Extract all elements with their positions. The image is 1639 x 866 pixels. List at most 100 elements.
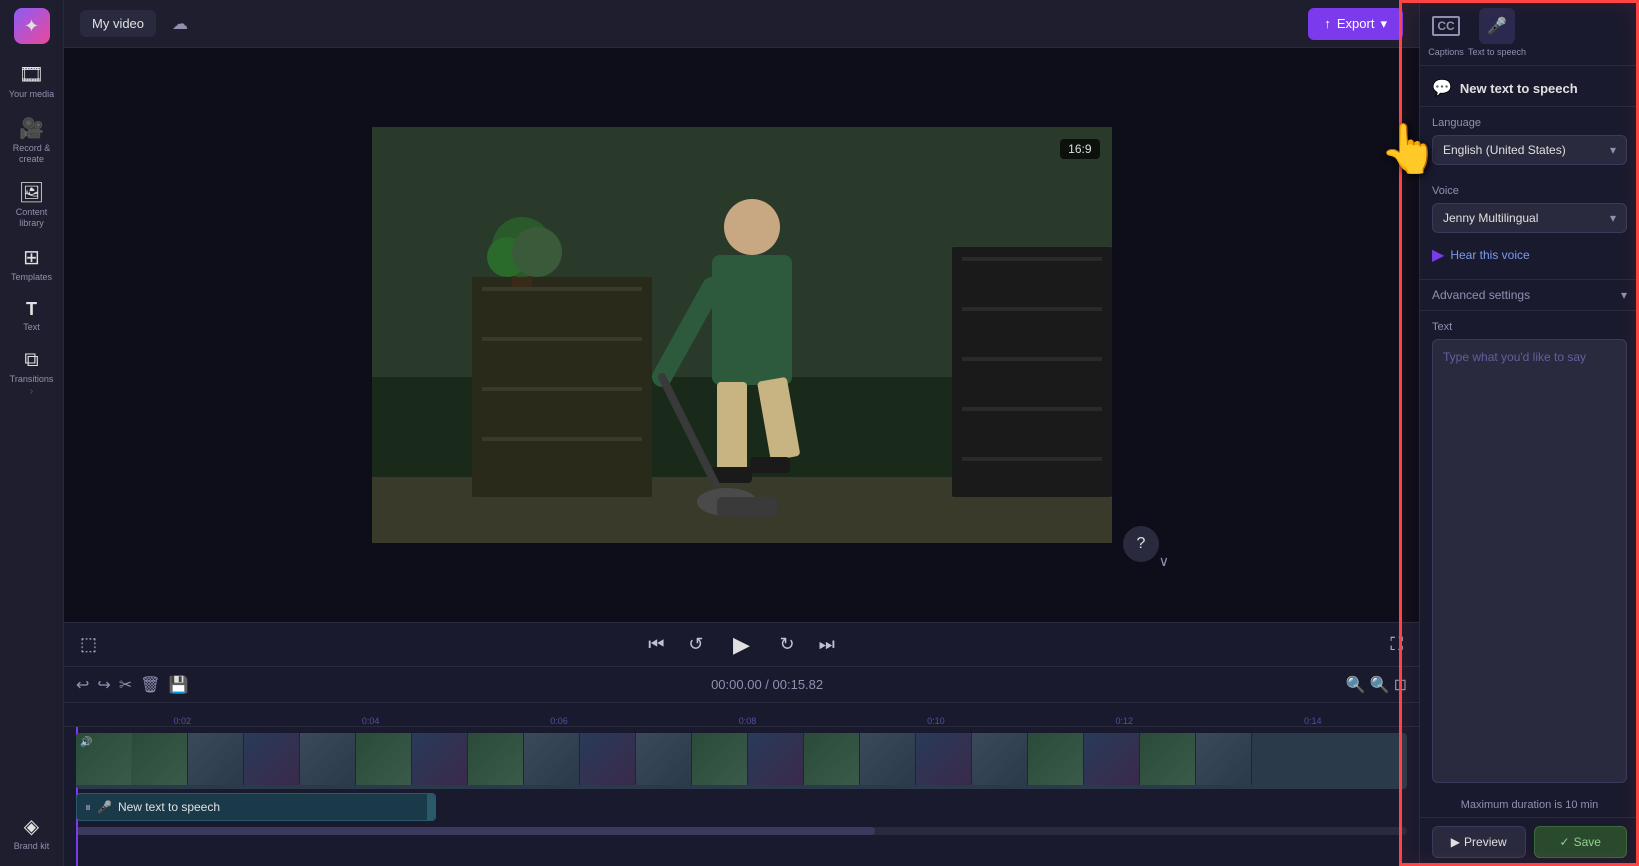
ruler-mark: 0:12 <box>1030 716 1218 726</box>
app-logo[interactable]: ✦ <box>14 8 50 44</box>
sidebar-item-transitions[interactable]: ⧉ Transitions › <box>3 343 61 404</box>
sidebar-item-label: Content library <box>7 207 57 229</box>
play-button[interactable]: ▶ <box>724 627 760 663</box>
timeline-area: ↩ ↪ ✂ 🗑 💾 00:00.00 / 00:15.82 🔍 🔍 ⊡ 0:02… <box>64 666 1419 866</box>
transitions-icon: ⧉ <box>24 349 38 372</box>
save-label: Save <box>1574 835 1601 849</box>
tab-captions[interactable]: CC <box>1428 8 1464 44</box>
sidebar-item-text[interactable]: T Text <box>3 293 61 339</box>
preview-button[interactable]: ▶ Preview <box>1432 826 1526 858</box>
ruler-mark: 0:06 <box>465 716 653 726</box>
undo-button[interactable]: ↩ <box>76 675 89 695</box>
video-title-input[interactable]: My video <box>80 10 156 37</box>
timeline-ruler: 0:02 0:04 0:06 0:08 0:10 0:12 0:14 <box>64 703 1419 727</box>
sidebar-item-your-media[interactable]: 🎞 Your media <box>3 56 61 106</box>
voice-dropdown[interactable]: Jenny Multilingual ▾ <box>1432 203 1627 233</box>
video-track[interactable]: 🔊 <box>76 733 1407 789</box>
export-button[interactable]: ↑ Export ▾ <box>1308 8 1403 40</box>
export-icon: ↑ <box>1324 16 1331 31</box>
ruler-mark: 0:14 <box>1219 716 1407 726</box>
thumb-cell <box>524 733 580 785</box>
rewind-button[interactable]: ↺ <box>684 630 707 659</box>
language-value: English (United States) <box>1443 143 1566 157</box>
ruler-mark: 0:08 <box>653 716 841 726</box>
sidebar-item-label: Brand kit <box>14 841 50 852</box>
hear-voice-label: Hear this voice <box>1450 248 1529 262</box>
voice-label: Voice <box>1432 185 1627 197</box>
aspect-ratio-badge: 16:9 <box>1060 139 1099 159</box>
fast-forward-button[interactable]: ↻ <box>776 630 799 659</box>
thumb-cell <box>804 733 860 785</box>
cut-button[interactable]: ✂ <box>119 675 132 695</box>
tts-track[interactable]: ⏸ 🎤 New text to speech <box>76 793 436 821</box>
thumb-cell <box>356 733 412 785</box>
voice-section: Voice Jenny Multilingual ▾ ▶ Hear this v… <box>1420 175 1639 279</box>
tts-text-input[interactable] <box>1432 339 1627 783</box>
video-controls: ⬚ ⏮ ↺ ▶ ↻ ⏭ ⛶ <box>64 622 1419 666</box>
play-voice-icon: ▶ <box>1432 245 1444 265</box>
export-chevron-icon: ▾ <box>1380 16 1387 32</box>
tts-track-icon: 🎤 <box>97 800 112 814</box>
ruler-mark: 0:02 <box>88 716 276 726</box>
advanced-settings-label: Advanced settings <box>1432 288 1530 302</box>
skip-back-button[interactable]: ⏮ <box>644 630 668 659</box>
duration-note: Maximum duration is 10 min <box>1420 793 1639 817</box>
tts-panel-title: New text to speech <box>1460 81 1578 96</box>
tts-tab-label: Text to speech <box>1468 47 1526 57</box>
sidebar-item-label: Templates <box>11 272 52 283</box>
timeline-toolbar: ↩ ↪ ✂ 🗑 💾 00:00.00 / 00:15.82 🔍 🔍 ⊡ <box>64 667 1419 703</box>
zoom-out-button[interactable]: 🔍 <box>1346 675 1366 695</box>
text-label: Text <box>1432 321 1627 333</box>
templates-icon: ⊞ <box>23 245 40 270</box>
your-media-icon: 🎞 <box>19 62 44 87</box>
tts-pause-icon: ⏸ <box>85 800 91 815</box>
collapse-preview-button[interactable]: ∨ <box>1159 553 1169 570</box>
video-frame: 16:9 <box>372 127 1112 543</box>
tts-panel: 💬 New text to speech Language English (U… <box>1420 66 1639 866</box>
thumb-cell <box>916 733 972 785</box>
help-button[interactable]: ? <box>1123 526 1159 562</box>
tts-resize-handle[interactable] <box>427 794 435 820</box>
advanced-settings-row[interactable]: Advanced settings ▾ <box>1420 279 1639 311</box>
zoom-in-button[interactable]: 🔍 <box>1370 675 1390 695</box>
monitor-button[interactable]: ⬚ <box>76 630 101 659</box>
ruler-mark: 0:10 <box>842 716 1030 726</box>
thumb-cell <box>580 733 636 785</box>
thumb-cell <box>244 733 300 785</box>
captions-tab-label: Captions <box>1428 47 1464 57</box>
sidebar-item-record[interactable]: 🎥 Record & create <box>3 110 61 171</box>
save-timeline-button[interactable]: 💾 <box>169 675 189 695</box>
thumb-cell <box>412 733 468 785</box>
sidebar-item-templates[interactable]: ⊞ Templates <box>3 239 61 289</box>
fit-zoom-button[interactable]: ⊡ <box>1394 675 1407 695</box>
ruler-marks: 0:02 0:04 0:06 0:08 0:10 0:12 0:14 <box>88 716 1407 726</box>
zoom-controls: 🔍 🔍 ⊡ <box>1346 675 1407 695</box>
tab-tts[interactable]: 🎤 <box>1479 8 1515 44</box>
save-button[interactable]: ✓ Save <box>1534 826 1628 858</box>
thumb-strip <box>132 733 1407 789</box>
thumb-cell <box>636 733 692 785</box>
thumb-cell <box>972 733 1028 785</box>
voice-value: Jenny Multilingual <box>1443 211 1538 225</box>
main-area: My video ☁ ↑ Export ▾ <box>64 0 1419 866</box>
hear-voice-button[interactable]: ▶ Hear this voice <box>1432 241 1530 269</box>
cloud-save-icon: ☁ <box>172 14 188 34</box>
language-dropdown[interactable]: English (United States) ▾ <box>1432 135 1627 165</box>
thumb-cell <box>692 733 748 785</box>
timeline-scrollbar[interactable] <box>76 827 1407 835</box>
language-label: Language <box>1432 117 1627 129</box>
delete-button[interactable]: 🗑 <box>140 675 160 695</box>
skip-forward-button[interactable]: ⏭ <box>815 630 839 659</box>
panel-tab-row: CC Captions 🎤 Text to speech <box>1420 0 1639 66</box>
sidebar-item-label: Your media <box>9 89 54 100</box>
redo-button[interactable]: ↪ <box>97 675 110 695</box>
sidebar-item-label: Text <box>23 322 40 333</box>
thumb-cell <box>1028 733 1084 785</box>
fullscreen-button[interactable]: ⛶ <box>1386 630 1407 659</box>
scrollbar-thumb[interactable] <box>76 827 875 835</box>
thumb-cell <box>860 733 916 785</box>
volume-icon: 🔊 <box>80 737 92 748</box>
sidebar-item-content-library[interactable]: 🖼 Content library <box>3 174 61 235</box>
timeline-time-display: 00:00.00 / 00:15.82 <box>196 677 1337 692</box>
sidebar-item-brand[interactable]: ◈ Brand kit <box>3 808 61 858</box>
